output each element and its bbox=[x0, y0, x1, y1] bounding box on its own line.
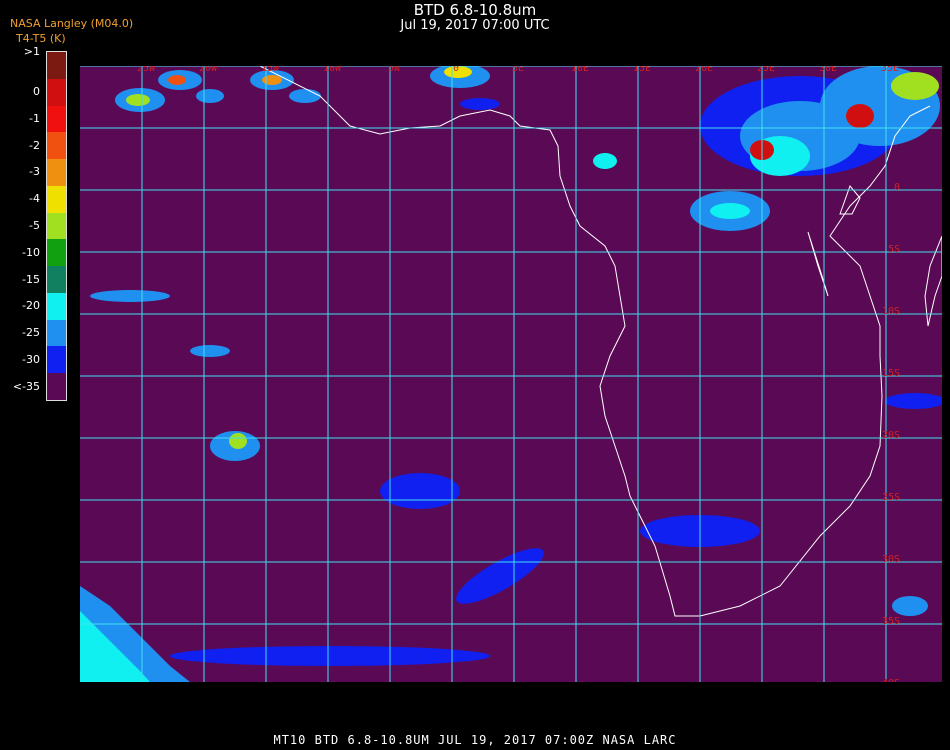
legend-swatch bbox=[47, 373, 66, 401]
cloud-cluster bbox=[196, 89, 224, 103]
legend-swatch bbox=[47, 52, 66, 80]
map-subtitle: Jul 19, 2017 07:00 UTC bbox=[400, 18, 550, 33]
cloud-cluster bbox=[190, 345, 230, 357]
units-label: T4-T5 (K) bbox=[16, 32, 66, 45]
cloud-cluster bbox=[891, 72, 939, 100]
lon-label: 35E bbox=[881, 66, 899, 74]
cloud-cluster bbox=[289, 89, 321, 103]
map-title: BTD 6.8-10.8um bbox=[413, 1, 537, 19]
legend-swatch bbox=[47, 185, 66, 214]
lat-label: 40S bbox=[882, 678, 900, 682]
cloud-band bbox=[170, 646, 490, 666]
lat-label: 5S bbox=[888, 244, 900, 255]
lon-label: 5E bbox=[512, 66, 524, 74]
legend-label: -30 bbox=[22, 352, 40, 366]
lon-label: 15E bbox=[633, 66, 651, 74]
footer-caption: MT10 BTD 6.8-10.8UM JUL 19, 2017 07:00Z … bbox=[273, 733, 677, 747]
cloud-cluster bbox=[710, 203, 750, 219]
coastline bbox=[924, 235, 943, 327]
cloud-cluster bbox=[229, 433, 247, 449]
lat-label: 35S bbox=[882, 616, 900, 627]
lon-label: 25W bbox=[137, 66, 156, 74]
lon-label: 10W bbox=[323, 66, 342, 74]
legend-label: -25 bbox=[22, 326, 40, 340]
cloud-cluster bbox=[593, 153, 617, 169]
cloud-cluster bbox=[892, 596, 928, 616]
legend-label: -4 bbox=[29, 192, 40, 206]
legend-swatch bbox=[47, 319, 66, 347]
cloud-cluster bbox=[846, 104, 874, 128]
legend-swatch bbox=[47, 132, 66, 160]
lat-label: 10S bbox=[882, 306, 900, 317]
cloud-features bbox=[80, 64, 945, 682]
lon-label: 25E bbox=[757, 66, 775, 74]
lon-label: 20W bbox=[199, 66, 218, 74]
lat-label: 30S bbox=[882, 554, 900, 565]
lon-label: 20E bbox=[695, 66, 713, 74]
lat-label: 20S bbox=[882, 430, 900, 441]
lon-label: 15W bbox=[261, 66, 280, 74]
credit-label: NASA Langley (M04.0) bbox=[10, 17, 134, 30]
cloud-cluster bbox=[885, 393, 945, 409]
cloud-cluster bbox=[126, 94, 150, 106]
map-canvas: 25W 20W 15W 10W 5W 0 5E 10E 15E 20E 25E 30E 35E 0 5S 10… bbox=[80, 63, 945, 689]
cloud-cluster bbox=[380, 473, 460, 509]
legend-swatch bbox=[47, 266, 66, 294]
legend-label: -15 bbox=[22, 272, 40, 286]
legend-label: >1 bbox=[23, 45, 40, 58]
legend-label: -3 bbox=[29, 165, 40, 179]
legend-label: -1 bbox=[29, 111, 40, 125]
lon-label: 30E bbox=[819, 66, 837, 74]
legend-swatch bbox=[47, 239, 66, 267]
lon-label: 5W bbox=[388, 66, 401, 74]
cloud-cluster bbox=[90, 290, 170, 302]
legend-label: -20 bbox=[22, 299, 40, 313]
lon-label: 0 bbox=[453, 66, 459, 74]
legend-label: -10 bbox=[22, 245, 40, 259]
lake-outline bbox=[807, 231, 829, 297]
cloud-cluster bbox=[168, 75, 186, 85]
legend-label: <-35 bbox=[12, 379, 40, 393]
legend-swatch bbox=[47, 78, 66, 107]
cloud-cluster bbox=[262, 75, 282, 85]
lat-label: 25S bbox=[882, 492, 900, 503]
lon-label: 10E bbox=[571, 66, 589, 74]
legend-swatch bbox=[47, 159, 66, 187]
legend-label: 0 bbox=[33, 85, 40, 99]
lat-label: 15S bbox=[882, 368, 900, 379]
cloud-cluster bbox=[460, 98, 500, 110]
lat-label: 0 bbox=[894, 182, 900, 193]
legend-label: -2 bbox=[29, 138, 40, 152]
cloud-cluster bbox=[456, 548, 544, 604]
legend-label: -5 bbox=[29, 219, 40, 232]
legend-swatch bbox=[47, 292, 66, 321]
legend-swatch bbox=[47, 212, 66, 240]
legend-swatch bbox=[47, 105, 66, 133]
satellite-map: 25W 20W 15W 10W 5W 0 5E 10E 15E 20E 25E 30E 35E 0 5S 10… bbox=[80, 63, 945, 689]
legend-swatch bbox=[47, 346, 66, 374]
color-legend bbox=[46, 51, 67, 401]
